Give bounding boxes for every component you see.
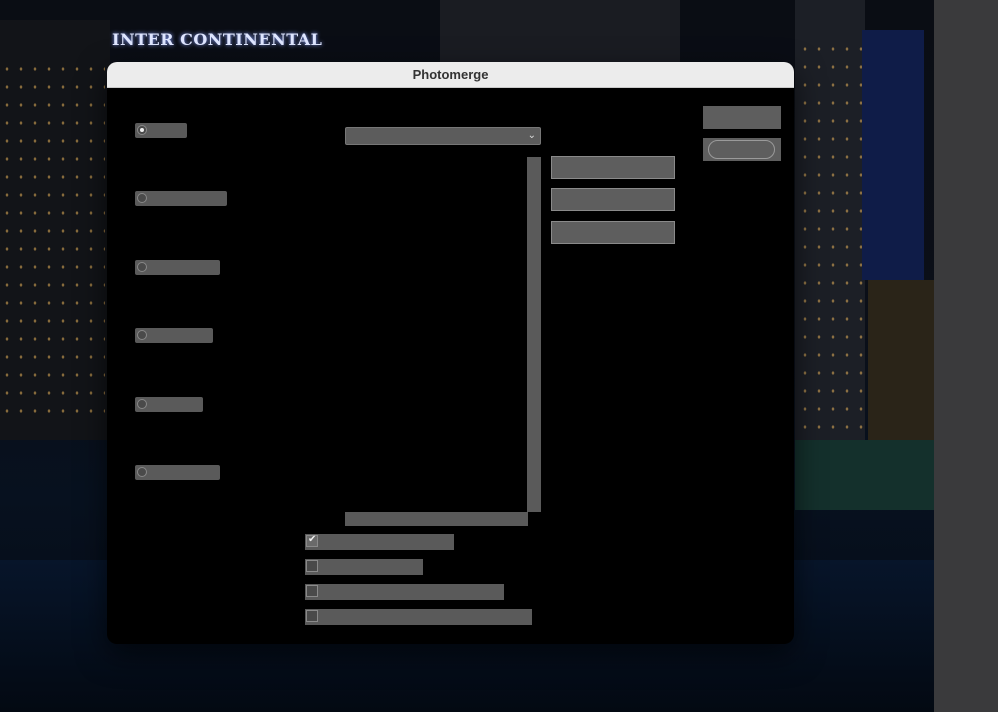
- radio-button[interactable]: [137, 125, 147, 135]
- dialog-title: Photomerge: [412, 67, 489, 82]
- layout-option-5[interactable]: [135, 397, 203, 412]
- radio-button[interactable]: [137, 467, 147, 477]
- building-lights-right: [798, 40, 864, 430]
- cancel-button-focus-ring: [708, 140, 775, 159]
- radio-button[interactable]: [137, 262, 147, 272]
- building-blue-tower: [862, 30, 924, 280]
- layout-option-1[interactable]: [135, 123, 187, 138]
- layout-option-6[interactable]: [135, 465, 220, 480]
- ok-button[interactable]: [703, 106, 781, 129]
- photomerge-dialog: Photomerge ⌄: [107, 62, 794, 644]
- browse-button[interactable]: [551, 156, 675, 179]
- desktop-right-panel: [934, 0, 998, 712]
- checkbox-option-3[interactable]: [305, 584, 504, 600]
- layout-option-3[interactable]: [135, 260, 220, 275]
- cancel-button[interactable]: [703, 138, 781, 161]
- checkbox-option-2[interactable]: [305, 559, 423, 575]
- waterfront-structure: [795, 440, 935, 510]
- layout-option-4[interactable]: [135, 328, 213, 343]
- dialog-titlebar[interactable]: Photomerge: [107, 62, 794, 88]
- radio-button[interactable]: [137, 193, 147, 203]
- checkbox[interactable]: [306, 534, 318, 547]
- radio-button[interactable]: [137, 330, 147, 340]
- remove-button[interactable]: [551, 188, 675, 211]
- use-files-select[interactable]: ⌄: [345, 127, 541, 145]
- checkbox-option-1[interactable]: [305, 534, 454, 550]
- checkbox-option-4[interactable]: [305, 609, 532, 625]
- hotel-sign: INTER CONTINENTAL: [112, 30, 323, 49]
- building-lower-right: [868, 280, 934, 440]
- file-list-horizontal-scrollbar[interactable]: [345, 512, 528, 526]
- radio-button[interactable]: [137, 399, 147, 409]
- checkbox[interactable]: [306, 585, 318, 597]
- chevron-down-icon: ⌄: [527, 130, 536, 141]
- file-list-vertical-scrollbar[interactable]: [527, 157, 541, 512]
- layout-option-2[interactable]: [135, 191, 227, 206]
- add-open-files-button[interactable]: [551, 221, 675, 244]
- checkbox[interactable]: [306, 610, 318, 622]
- checkbox[interactable]: [306, 560, 318, 572]
- building-lights: [0, 60, 105, 420]
- source-file-list[interactable]: [345, 157, 541, 526]
- building-top: [440, 0, 680, 62]
